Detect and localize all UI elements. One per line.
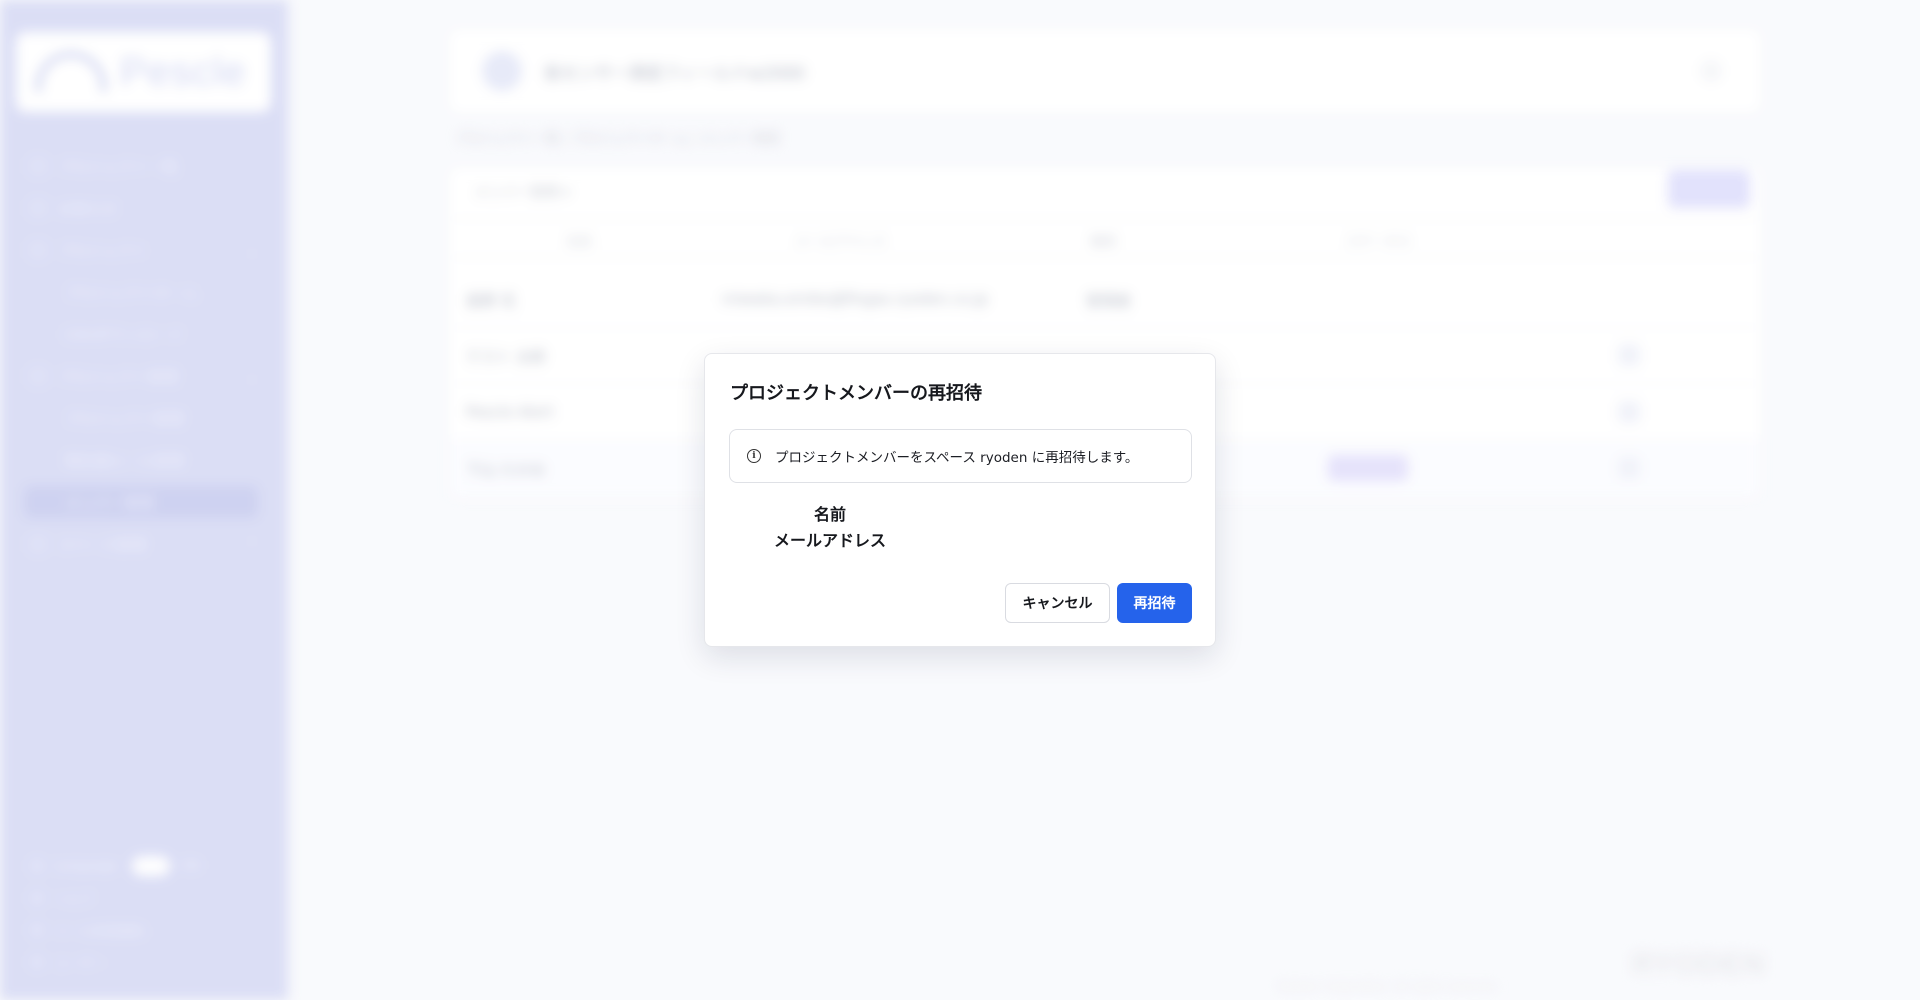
cancel-button[interactable]: キャンセル — [1005, 583, 1110, 623]
name-label: 名前 — [813, 505, 846, 524]
dialog-title: プロジェクトメンバーの再招待 — [730, 383, 982, 404]
member-fields: 名前 メールアドレス — [765, 502, 895, 554]
email-label: メールアドレス — [773, 531, 886, 550]
reinvite-dialog: プロジェクトメンバーの再招待 i プロジェクトメンバーをスペース ryoden … — [704, 353, 1216, 647]
info-message: i プロジェクトメンバーをスペース ryoden に再招待します。 — [729, 429, 1192, 483]
info-text: プロジェクトメンバーをスペース ryoden に再招待します。 — [775, 450, 1139, 466]
reinvite-button[interactable]: 再招待 — [1117, 583, 1192, 623]
info-icon: i — [747, 449, 761, 463]
